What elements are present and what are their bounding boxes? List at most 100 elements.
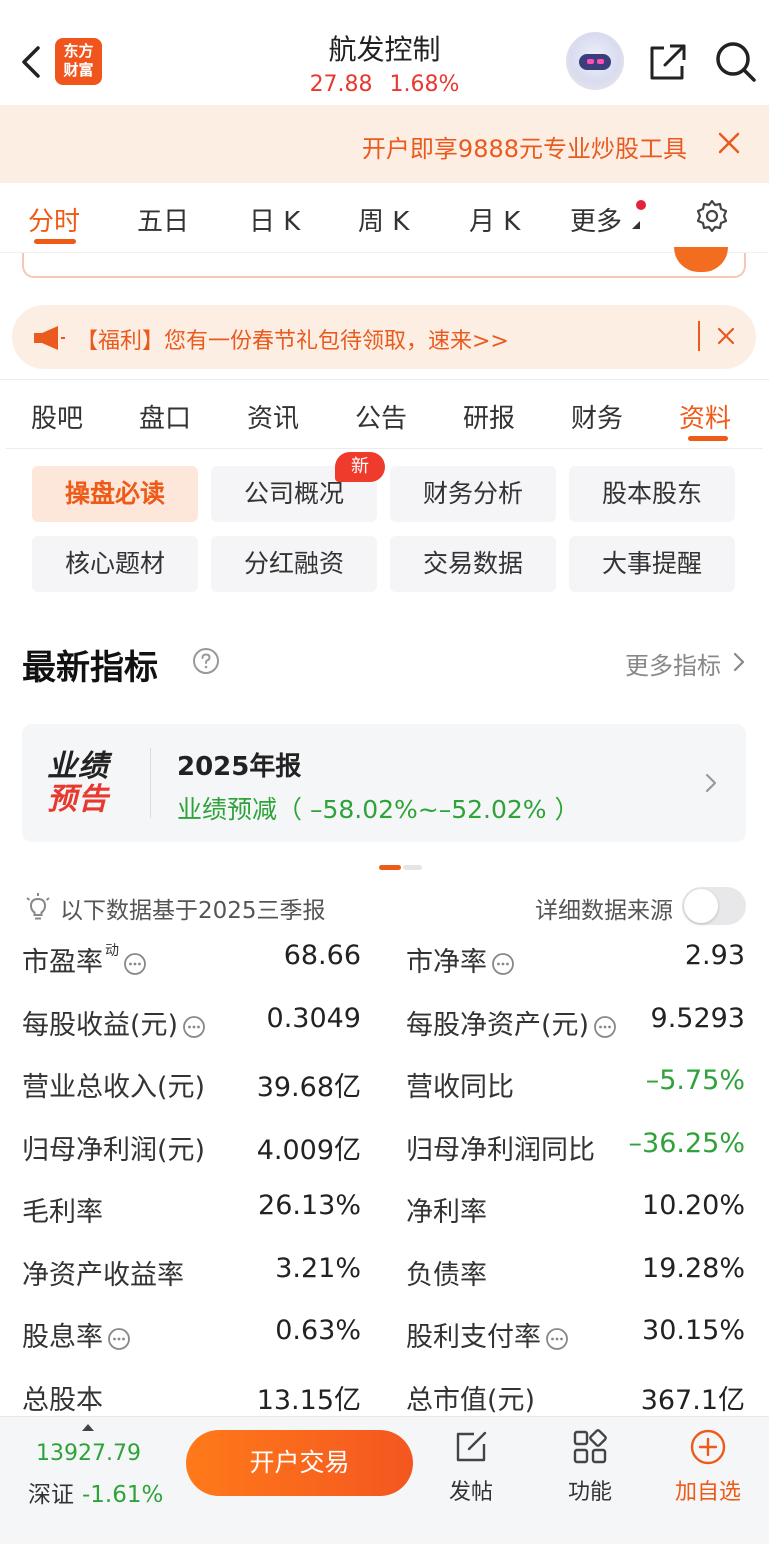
metric-value: 3.21% [275, 1253, 361, 1284]
index-value[interactable]: 13927.79 [36, 1441, 141, 1466]
subtab-trading-data[interactable]: 交易数据 [390, 536, 556, 592]
info-icon[interactable] [545, 1327, 569, 1351]
tab-research[interactable]: 研报 [463, 398, 515, 435]
tab-weekly-k[interactable]: 周 K [358, 201, 409, 238]
subtab-trading-essentials[interactable]: 操盘必读 [32, 466, 198, 522]
divider [150, 748, 151, 818]
metric-label: 每股净资产(元) [406, 1003, 617, 1042]
metric-value: 10.20% [642, 1190, 745, 1221]
metric-label: 归母净利润(元) [22, 1135, 206, 1166]
info-icon[interactable] [491, 952, 515, 976]
stock-change-pct: 1.68% [389, 72, 460, 97]
metric-value: 4.009亿 [256, 1135, 361, 1166]
earnings-forecast-card[interactable]: 业绩 预告 2025年报 业绩预减（ –58.02%~–52.02% ） [22, 724, 746, 842]
metric-label: 股息率 [22, 1315, 131, 1354]
open-account-trade-button[interactable]: 开户交易 [186, 1430, 413, 1496]
data-source-toggle[interactable] [682, 887, 746, 925]
metric-value: 13.15亿 [256, 1385, 361, 1416]
metric-label: 营收同比 [406, 1072, 514, 1103]
metric-value: –36.25% [628, 1128, 745, 1159]
notice-bar[interactable]: 【福利】您有一份春节礼包待领取，速来>> [12, 305, 756, 369]
metric-label: 总市值(元) [406, 1385, 536, 1416]
subtab-shareholders[interactable]: 股本股东 [569, 466, 735, 522]
divider [698, 321, 700, 351]
add-watchlist-button[interactable]: 加自选 [663, 1428, 753, 1508]
subtab-core-themes[interactable]: 核心题材 [32, 536, 198, 592]
search-icon[interactable] [714, 40, 758, 84]
metric-label: 归母净利润同比 [406, 1135, 595, 1166]
add-circle-icon [690, 1429, 726, 1465]
notice-text: 【福利】您有一份春节礼包待领取，速来>> [76, 329, 509, 354]
metric-value: 19.28% [642, 1253, 745, 1284]
metric-label: 净利率 [406, 1197, 487, 1228]
tab-more[interactable]: 更多 [570, 201, 622, 238]
metric-value: 68.66 [283, 940, 361, 971]
earnings-forecast-logo: 业绩 预告 [47, 749, 109, 817]
tab-news[interactable]: 资讯 [247, 398, 299, 435]
carousel-pager [379, 865, 422, 870]
metric-value: 2.93 [684, 940, 745, 971]
info-icon[interactable] [123, 952, 147, 976]
index-ticker[interactable]: 深证 -1.61% [28, 1475, 163, 1509]
report-forecast: 业绩预减（ –58.02%~–52.02% ） [177, 795, 580, 824]
dropdown-triangle-icon [632, 221, 640, 229]
active-tab-indicator [688, 436, 728, 441]
metric-label: 市净率 [406, 940, 515, 979]
data-basis-note: 以下数据基于2025三季报 [60, 898, 326, 924]
metric-label: 每股收益(元) [22, 1003, 206, 1042]
post-button[interactable]: 发帖 [426, 1428, 516, 1508]
metric-value: 0.63% [275, 1315, 361, 1346]
metric-label: 净资产收益率 [22, 1260, 184, 1291]
gear-icon[interactable] [694, 198, 730, 234]
new-badge: 新 [335, 452, 385, 482]
metric-label: 负债率 [406, 1260, 487, 1291]
chart-period-tabs: 分时 五日 日 K 周 K 月 K 更多 [0, 183, 769, 253]
section-title: 最新指标 [22, 648, 158, 688]
expand-up-icon[interactable] [82, 1424, 94, 1431]
chevron-right-icon [733, 652, 745, 672]
subtab-events-reminder[interactable]: 大事提醒 [569, 536, 735, 592]
promo-banner[interactable]: 开户即享9888元专业炒股工具 [0, 105, 769, 183]
tab-intraday[interactable]: 分时 [28, 201, 80, 238]
subtab-dividends-financing[interactable]: 分红融资 [211, 536, 377, 592]
tab-five-day[interactable]: 五日 [137, 201, 189, 238]
metric-value: –5.75% [645, 1065, 745, 1096]
metric-value: 39.68亿 [256, 1072, 361, 1103]
info-icon[interactable] [107, 1327, 131, 1351]
ai-assistant-avatar-icon[interactable] [566, 32, 624, 90]
stock-price: 27.88 [309, 72, 373, 97]
strip-action-button[interactable] [674, 247, 728, 272]
function-button[interactable]: 功能 [545, 1428, 635, 1508]
index-name: 深证 [28, 1482, 74, 1508]
metric-value: 367.1亿 [640, 1385, 745, 1416]
metric-value: 26.13% [258, 1190, 361, 1221]
edit-icon [456, 1431, 487, 1462]
notification-dot [636, 200, 646, 210]
active-tab-indicator [34, 239, 76, 244]
tab-announcements[interactable]: 公告 [355, 398, 407, 435]
tab-finance[interactable]: 财务 [571, 398, 623, 435]
more-indicators-link[interactable]: 更多指标 [625, 646, 721, 681]
tab-pankou[interactable]: 盘口 [139, 398, 191, 435]
close-icon[interactable] [716, 130, 742, 156]
close-icon[interactable] [715, 325, 737, 347]
tab-monthly-k[interactable]: 月 K [469, 201, 520, 238]
collapsed-search-strip [22, 247, 746, 278]
metric-label: 毛利率 [22, 1197, 103, 1228]
header: 东方 财富 航发控制 27.88 1.68% [0, 0, 769, 105]
share-icon[interactable] [646, 40, 690, 84]
metric-value: 30.15% [642, 1315, 745, 1346]
metric-label: 股利支付率 [406, 1315, 569, 1354]
help-icon[interactable] [192, 647, 220, 675]
chevron-right-icon [705, 773, 717, 793]
info-icon[interactable] [593, 1015, 617, 1039]
tab-guba[interactable]: 股吧 [31, 398, 83, 435]
divider [6, 448, 763, 449]
megaphone-icon [34, 326, 65, 350]
tab-profile[interactable]: 资料 [679, 398, 731, 435]
index-change: -1.61% [82, 1482, 164, 1508]
lightbulb-icon [26, 893, 50, 920]
subtab-financial-analysis[interactable]: 财务分析 [390, 466, 556, 522]
tab-daily-k[interactable]: 日 K [249, 201, 300, 238]
info-icon[interactable] [182, 1015, 206, 1039]
